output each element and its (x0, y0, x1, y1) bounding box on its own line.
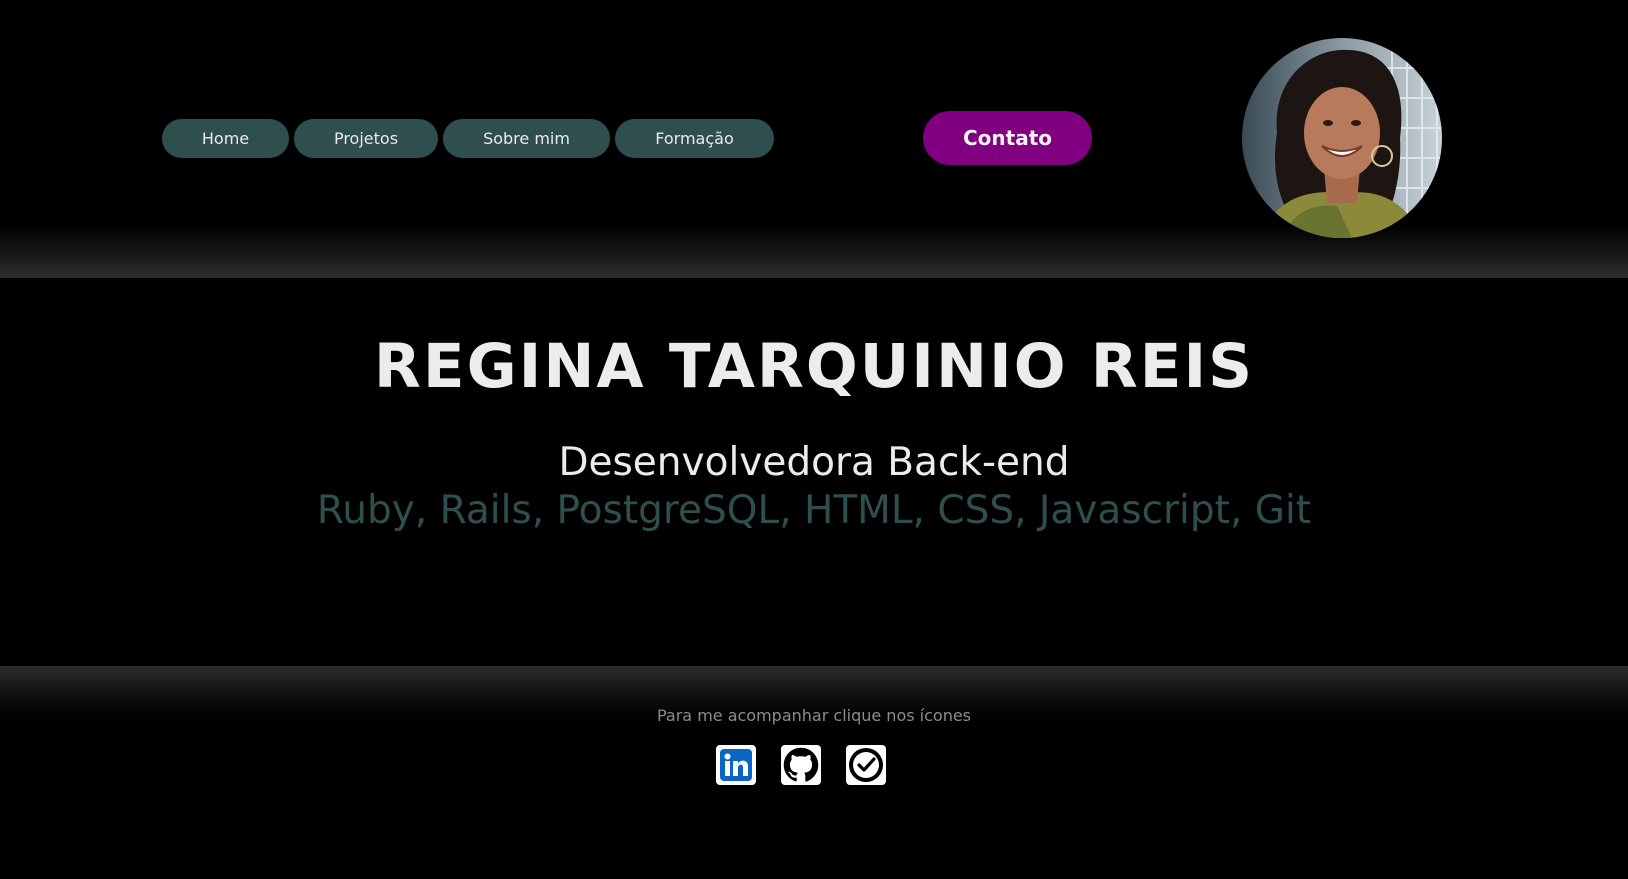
github-link[interactable] (781, 745, 821, 785)
page-title: REGINA TARQUINIO REIS (373, 331, 1255, 402)
linkedin-icon (720, 749, 752, 781)
avatar (1242, 38, 1442, 238)
nav-home-button[interactable]: Home (162, 119, 289, 158)
role-subtitle: Desenvolvedora Back-end (558, 440, 1070, 485)
nav-projetos-button[interactable]: Projetos (294, 119, 438, 158)
check-link[interactable] (846, 745, 886, 785)
check-circle-icon (849, 748, 883, 782)
social-icons (716, 745, 886, 785)
nav-formacao-button[interactable]: Formação (615, 119, 774, 158)
nav-sobre-mim-button[interactable]: Sobre mim (443, 119, 610, 158)
linkedin-link[interactable] (716, 745, 756, 785)
page: Home Projetos Sobre mim Formação Contato (0, 0, 1628, 879)
footer-caption: Para me acompanhar clique nos ícones (656, 706, 972, 725)
header: Home Projetos Sobre mim Formação Contato (0, 0, 1628, 278)
footer: Para me acompanhar clique nos ícones (0, 666, 1628, 879)
hero-section: REGINA TARQUINIO REIS Desenvolvedora Bac… (0, 278, 1628, 666)
avatar-photo (1242, 38, 1442, 238)
skills-list: Ruby, Rails, PostgreSQL, HTML, CSS, Java… (316, 488, 1312, 533)
contato-button[interactable]: Contato (923, 111, 1092, 165)
main-nav: Home Projetos Sobre mim Formação (162, 119, 774, 158)
github-icon (783, 747, 819, 782)
